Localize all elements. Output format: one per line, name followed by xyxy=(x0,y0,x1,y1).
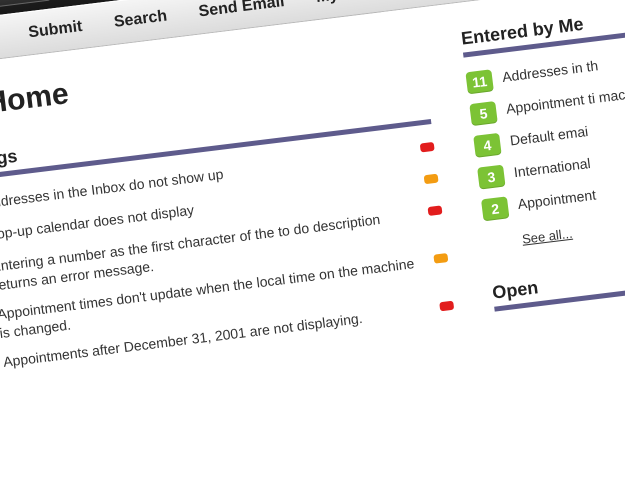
my-bugs-list: 11 Addresses in the Inbox do not show up… xyxy=(0,134,456,384)
bug-id-badge: 3 xyxy=(477,165,505,190)
nav-my-reports[interactable]: My Reports ▾ xyxy=(315,0,415,7)
priority-indicator xyxy=(439,300,454,311)
nav-label: My Reports xyxy=(315,0,404,6)
entered-by-me-heading: Entered by Me xyxy=(460,0,625,58)
right-column: Entered by Me 11 Addresses in th 5 Appoi… xyxy=(460,0,625,322)
nav-search[interactable]: Search xyxy=(113,7,168,31)
content-area: My Home My Bugs 11 Addresses in the Inbo… xyxy=(0,0,625,414)
left-column: My Home My Bugs 11 Addresses in the Inbo… xyxy=(0,34,456,387)
nav-submit[interactable]: Submit xyxy=(27,18,83,42)
bug-id-badge: 2 xyxy=(481,196,509,221)
nav-send-email[interactable]: Send Email xyxy=(198,0,286,21)
stat-value: 11 xyxy=(0,0,6,3)
bug-id-badge: 11 xyxy=(465,69,493,94)
entered-by-me-list: 11 Addresses in th 5 Appointment ti mach… xyxy=(465,26,625,226)
bug-id-badge: 4 xyxy=(473,133,501,158)
priority-indicator xyxy=(428,205,443,216)
priority-indicator xyxy=(433,253,448,264)
see-all-link[interactable]: See all... xyxy=(521,226,573,247)
priority-indicator xyxy=(424,174,439,185)
bug-id-badge: 5 xyxy=(469,101,497,126)
open-heading: Open xyxy=(491,241,625,311)
priority-indicator xyxy=(420,142,435,153)
